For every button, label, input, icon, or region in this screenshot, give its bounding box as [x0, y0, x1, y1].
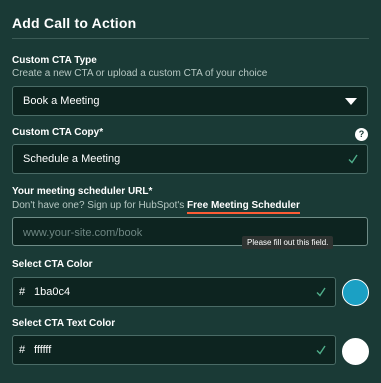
cta-type-label: Custom CTA Type — [12, 55, 97, 66]
free-meeting-scheduler-link[interactable]: Free Meeting Scheduler — [187, 200, 300, 214]
check-icon — [316, 287, 326, 297]
validation-tooltip: Please fill out this field. — [242, 236, 334, 249]
cta-type-description: Create a new CTA or upload a custom CTA … — [12, 68, 268, 79]
scheduler-url-label: Your meeting scheduler URL* — [12, 186, 153, 197]
check-icon — [348, 154, 358, 164]
add-cta-panel: Add Call to Action Custom CTA Type Creat… — [0, 0, 381, 383]
scheduler-url-hint-text: Don't have one? Sign up for HubSpot's — [12, 200, 188, 211]
cta-type-selected-value: Book a Meeting — [23, 95, 100, 107]
hash-prefix: # — [19, 286, 26, 298]
cta-copy-input[interactable]: Schedule a Meeting — [12, 144, 368, 174]
cta-type-select[interactable]: Book a Meeting — [12, 86, 368, 116]
dialog-title: Add Call to Action — [12, 15, 137, 31]
help-icon[interactable]: ? — [355, 128, 368, 141]
cta-color-label: Select CTA Color — [12, 259, 93, 270]
scheduler-url-hint: Don't have one? Sign up for HubSpot's Fr… — [12, 200, 300, 214]
scheduler-url-placeholder: www.your-site.com/book — [23, 227, 143, 239]
hash-prefix: # — [19, 344, 26, 356]
cta-color-value: 1ba0c4 — [34, 286, 71, 298]
cta-text-color-label: Select CTA Text Color — [12, 318, 116, 329]
title-divider — [12, 38, 369, 39]
cta-text-color-value: ffffff — [34, 344, 52, 356]
cta-copy-value: Schedule a Meeting — [23, 153, 121, 165]
cta-color-swatch[interactable] — [342, 279, 369, 306]
check-icon — [316, 345, 326, 355]
cta-text-color-input[interactable]: # ffffff — [12, 335, 336, 365]
cta-text-color-swatch[interactable] — [342, 338, 369, 365]
cta-copy-label: Custom CTA Copy* — [12, 127, 104, 138]
chevron-down-icon — [345, 98, 357, 105]
cta-color-input[interactable]: # 1ba0c4 — [12, 277, 336, 307]
